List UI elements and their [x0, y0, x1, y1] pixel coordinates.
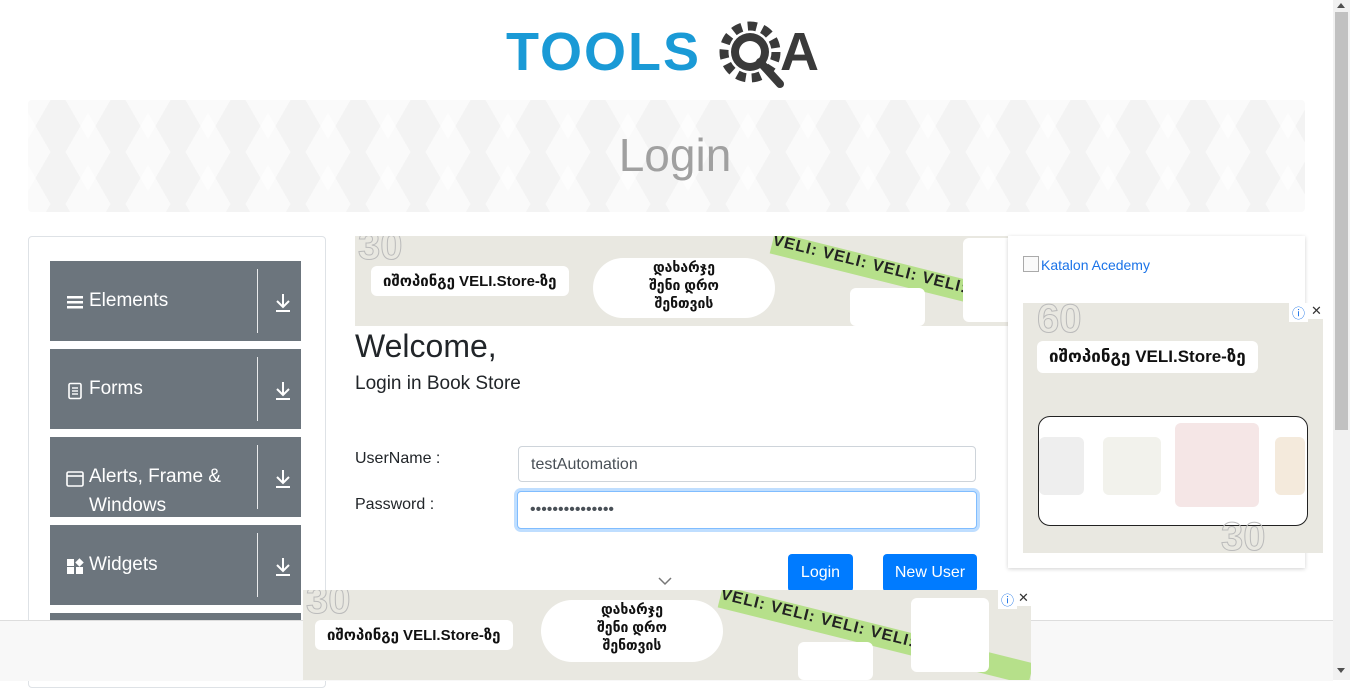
ad-number: 30	[358, 236, 403, 269]
menu-icon	[67, 296, 83, 309]
page-scrollbar[interactable]	[1333, 0, 1350, 680]
divider	[257, 533, 258, 597]
password-input[interactable]: •••••••••••••••	[517, 491, 977, 529]
ad-shop-text: იშოპინგე VELI.Store-ზე	[315, 620, 513, 650]
ad-banner-bottom[interactable]: 30 იშოპინგე VELI.Store-ზე დახარჯე შენი დ…	[303, 590, 1031, 680]
ad-slogan-line: შენი დრო	[649, 277, 719, 293]
ad-shop-text: იშოპინგე VELI.Store-ზე	[371, 266, 569, 296]
toolsqa-logo[interactable]: TOOLS A	[506, 18, 831, 90]
download-icon[interactable]	[274, 557, 292, 577]
ad-slogan-line: დახარჯე	[601, 601, 663, 617]
ad-product-image	[798, 642, 873, 680]
gear-icon	[719, 21, 784, 88]
chevron-down-icon[interactable]	[657, 576, 673, 586]
divider	[257, 445, 258, 509]
divider	[257, 269, 258, 333]
ad-product-image	[1175, 423, 1259, 507]
ad-shop-text: იშოპინგე VELI.Store-ზე	[1037, 341, 1258, 373]
ad-number: 30	[1221, 515, 1266, 554]
ad-number: 60	[1037, 303, 1082, 342]
window-icon	[66, 471, 84, 487]
divider	[257, 357, 258, 421]
document-icon	[68, 382, 82, 400]
ad-product-image	[1103, 437, 1161, 495]
new-user-button[interactable]: New User	[883, 554, 977, 592]
sidebar-group-label: Widgets	[89, 554, 158, 575]
ad-slogan: დახარჯე შენი დრო შენთვის	[593, 258, 775, 318]
logo-text-tools: TOOLS	[506, 22, 701, 82]
sidebar-group-widgets[interactable]: Widgets	[50, 525, 301, 605]
ad-close-icon[interactable]: ✕	[1308, 303, 1323, 319]
ad-product-image	[850, 288, 925, 326]
ad-banner-top[interactable]: 30 იშოპინგე VELI.Store-ზე დახარჯე შენი დ…	[355, 236, 1008, 326]
sidebar-group-label: Alerts, Frame &	[89, 466, 221, 487]
ad-product-image	[911, 598, 989, 672]
sidebar-group-elements[interactable]: Elements	[50, 261, 301, 341]
ad-slogan-line: შენი დრო	[597, 619, 667, 635]
username-label: UserName :	[355, 450, 441, 467]
ad-info-icon[interactable]: ⓘ	[998, 590, 1018, 609]
ad-product-carousel	[1038, 416, 1308, 526]
scroll-up-arrow[interactable]	[1337, 3, 1345, 8]
login-subtitle: Login in Book Store	[355, 373, 521, 394]
katalon-ad-link[interactable]: Katalon Acedemy	[1023, 256, 1150, 273]
page-title: Login	[618, 129, 732, 181]
welcome-heading: Welcome,	[355, 328, 497, 364]
download-icon[interactable]	[274, 293, 292, 313]
katalon-ad-alt: Katalon Acedemy	[1041, 257, 1150, 273]
widgets-icon	[67, 558, 84, 574]
broken-image-icon	[1023, 256, 1039, 272]
ad-number: 30	[306, 590, 351, 623]
sidebar-group-forms[interactable]: Forms	[50, 349, 301, 429]
download-icon[interactable]	[274, 381, 292, 401]
ad-product-image	[1039, 437, 1084, 495]
ad-close-icon[interactable]: ✕	[1016, 590, 1031, 606]
sidebar-group-label: Forms	[89, 378, 143, 399]
ad-slogan: დახარჯე შენი დრო შენთვის	[541, 600, 723, 662]
scrollbar-thumb[interactable]	[1335, 12, 1348, 430]
download-icon[interactable]	[274, 469, 292, 489]
sidebar-group-label-line2: Windows	[89, 495, 167, 516]
username-input[interactable]: testAutomation	[518, 446, 976, 482]
ad-product-image	[1275, 437, 1305, 495]
password-label: Password :	[355, 496, 435, 513]
sidebar-group-alerts-frame-windows[interactable]: Alerts, Frame & Windows	[50, 437, 301, 517]
sidebar-group-label: Elements	[89, 290, 169, 311]
ad-slogan-line: შენთვის	[602, 637, 662, 653]
ad-product-image	[963, 238, 1008, 322]
login-button[interactable]: Login	[788, 554, 853, 592]
ad-banner-right[interactable]: 60 ⓘ ✕ იშოპინგე VELI.Store-ზე 30	[1023, 303, 1323, 553]
ad-slogan-line: დახარჯე	[653, 259, 715, 275]
logo-text-a: A	[780, 22, 819, 82]
ad-info-icon[interactable]: ⓘ	[1289, 303, 1309, 322]
scroll-down-arrow[interactable]	[1337, 668, 1345, 673]
ad-slogan-line: შენთვის	[654, 295, 714, 311]
